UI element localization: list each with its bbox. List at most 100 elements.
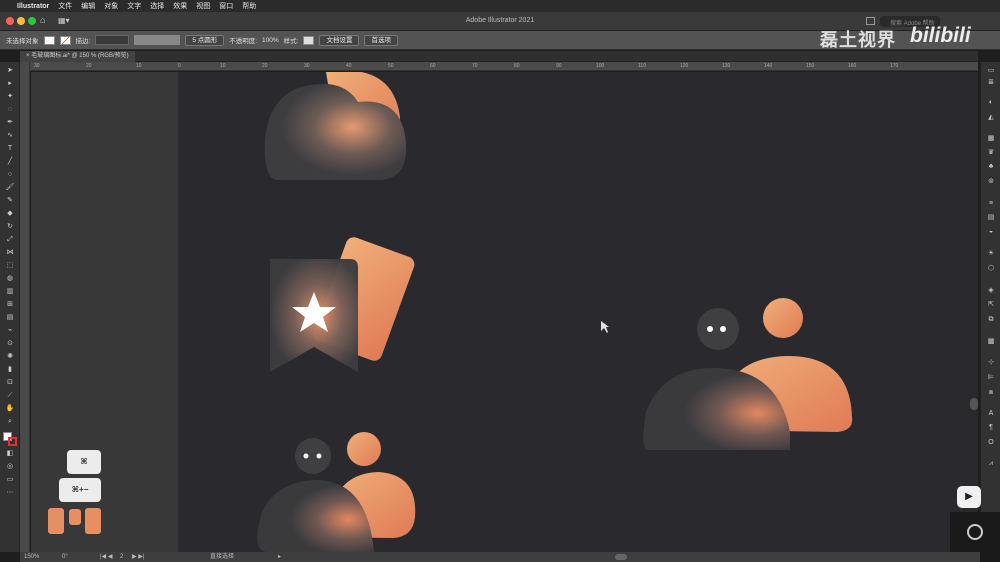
curvature-tool-icon[interactable]: ∿ — [5, 132, 15, 140]
color-mode-icon[interactable]: ◧ — [5, 450, 15, 458]
eraser-tool-icon[interactable]: ◆ — [5, 210, 15, 218]
app-menu[interactable]: Illustrator — [17, 3, 49, 10]
menu-edit[interactable]: 编辑 — [81, 1, 95, 11]
gradient-tool-icon[interactable]: ▤ — [5, 314, 15, 322]
stroke-panel-icon[interactable]: ≡ — [986, 200, 996, 208]
hand-tool-icon[interactable]: ✋ — [5, 405, 15, 413]
ruler-label: 70 — [472, 63, 478, 69]
stroke-swatch[interactable] — [59, 35, 71, 45]
shape-builder-tool-icon[interactable]: ◍ — [5, 275, 15, 283]
ellipse-tool-icon[interactable]: ○ — [5, 171, 15, 179]
screen-mode-icon[interactable]: ▭ — [5, 476, 15, 484]
selection-tool-icon[interactable]: ➤ — [5, 67, 15, 75]
pen-tool-icon[interactable]: ✒ — [5, 119, 15, 127]
zoom-level[interactable]: 150% — [24, 552, 39, 562]
more-tools-icon[interactable]: ⋯ — [5, 489, 15, 497]
align-panel-icon[interactable]: ⊫ — [986, 374, 996, 382]
line-tool-icon[interactable]: ╱ — [5, 158, 15, 166]
shaper-tool-icon[interactable]: ✎ — [5, 197, 15, 205]
horizontal-scrollbar-thumb[interactable] — [615, 554, 627, 560]
menu-view[interactable]: 视图 — [196, 1, 210, 11]
transparency-panel-icon[interactable]: ◒ — [986, 228, 996, 236]
mesh-tool-icon[interactable]: ⊞ — [5, 301, 15, 309]
pasteboard[interactable] — [31, 72, 178, 552]
menu-select[interactable]: 选择 — [150, 1, 164, 11]
brushes-panel-icon[interactable]: ♛ — [986, 149, 996, 157]
gradient-panel-icon[interactable]: ▤ — [986, 214, 996, 222]
rotate-tool-icon[interactable]: ↻ — [5, 223, 15, 231]
ruler-label: 130 — [722, 63, 731, 69]
cloud-icon-artwork[interactable] — [264, 70, 407, 180]
menu-help[interactable]: 帮助 — [242, 1, 256, 11]
variable-width-profile[interactable] — [134, 35, 181, 45]
graphic-styles-icon[interactable]: ⊚ — [986, 178, 996, 186]
key-indicator — [69, 509, 81, 525]
transform-panel-icon[interactable]: ⊹ — [986, 359, 996, 367]
document-setup-button[interactable]: 文档设置 — [319, 34, 360, 46]
menu-file[interactable]: 文件 — [58, 1, 72, 11]
glyphs-panel-icon[interactable]: ⩘ — [986, 460, 996, 468]
artboard[interactable] — [178, 70, 978, 552]
direct-selection-tool-icon[interactable]: ▸ — [5, 80, 15, 88]
artboard-nav-icon[interactable]: |◀ ◀ — [100, 552, 112, 562]
slice-tool-icon[interactable]: ⟋ — [5, 392, 15, 400]
width-tool-icon[interactable]: ⋈ — [5, 249, 15, 257]
lasso-tool-icon[interactable]: ◌ — [5, 106, 15, 114]
blend-tool-icon[interactable]: ⊙ — [5, 340, 15, 348]
opacity-value[interactable]: 100% — [262, 37, 279, 44]
stroke-weight-dropdown[interactable] — [95, 35, 130, 45]
opentype-panel-icon[interactable]: O — [986, 439, 996, 447]
style-swatch[interactable] — [303, 35, 315, 45]
pattern-options-icon[interactable]: ▩ — [986, 338, 996, 346]
document-tab[interactable]: × 毛玻璃图标.ai* @ 150 % (RGB/预览) — [20, 51, 135, 62]
stroke-color-icon[interactable] — [8, 437, 17, 446]
artboards-panel-icon[interactable]: ⧉ — [986, 316, 996, 324]
menu-effect[interactable]: 效果 — [173, 1, 187, 11]
free-transform-tool-icon[interactable]: ⬚ — [5, 262, 15, 270]
export-panel-icon[interactable]: ⇱ — [986, 301, 996, 309]
rotation-angle[interactable]: 0° — [62, 552, 68, 562]
pathfinder-panel-icon[interactable]: ⧈ — [986, 389, 996, 397]
color-panel-icon[interactable]: ◐ — [986, 99, 996, 107]
layers-panel-icon[interactable]: ◈ — [986, 287, 996, 295]
column-graph-tool-icon[interactable]: ▮ — [5, 366, 15, 374]
artboard-next-icon[interactable]: ▶ ▶| — [132, 552, 144, 562]
scale-tool-icon[interactable]: ⤢ — [5, 236, 15, 244]
swatches-panel-icon[interactable]: ▦ — [986, 135, 996, 143]
perspective-grid-tool-icon[interactable]: ▥ — [5, 288, 15, 296]
status-menu-icon[interactable]: ▸ — [278, 552, 281, 562]
appearance-panel-icon[interactable]: ☀ — [986, 250, 996, 258]
drawing-mode-icon[interactable]: ◎ — [5, 463, 15, 471]
brush-definition-dropdown[interactable]: 5 点圆形 — [185, 34, 225, 46]
properties-panel-icon[interactable]: ▭ — [986, 67, 996, 75]
horizontal-ruler[interactable]: 30 20 10 0 10 20 30 40 50 60 70 80 90 10… — [30, 62, 978, 71]
artboard-number[interactable]: 2 — [120, 552, 123, 562]
paragraph-panel-icon[interactable]: ¶ — [986, 424, 996, 432]
paintbrush-tool-icon[interactable]: 🖌 — [5, 184, 15, 192]
vertical-scrollbar-thumb[interactable] — [970, 398, 978, 410]
small-user-group-icon-artwork[interactable] — [257, 432, 416, 552]
vertical-ruler[interactable] — [20, 62, 30, 552]
user-group-icon-artwork[interactable] — [643, 298, 853, 450]
artboard-tool-icon[interactable]: ⊡ — [5, 379, 15, 387]
magic-wand-tool-icon[interactable]: ✦ — [5, 93, 15, 101]
close-tab-icon[interactable]: × — [26, 53, 30, 59]
libraries-panel-icon[interactable]: ≣ — [986, 79, 996, 87]
menu-type[interactable]: 文字 — [127, 1, 141, 11]
color-guide-icon[interactable]: ◭ — [986, 114, 996, 122]
zoom-tool-icon[interactable]: ⌕ — [5, 418, 15, 426]
eyedropper-tool-icon[interactable]: ⌁ — [5, 327, 15, 335]
character-panel-icon[interactable]: A — [986, 410, 996, 418]
ruler-label: 120 — [680, 63, 689, 69]
symbols-panel-icon[interactable]: ♣ — [986, 163, 996, 171]
fill-swatch[interactable] — [43, 35, 55, 45]
symbol-sprayer-tool-icon[interactable]: ✺ — [5, 353, 15, 361]
menu-window[interactable]: 窗口 — [219, 1, 233, 11]
bookmark-icon-artwork[interactable] — [270, 235, 417, 372]
menu-object[interactable]: 对象 — [104, 1, 118, 11]
type-tool-icon[interactable]: T — [5, 145, 15, 153]
preferences-button[interactable]: 首选项 — [364, 34, 398, 46]
arrange-documents-icon[interactable] — [866, 17, 875, 25]
image-trace-icon[interactable]: ⬡ — [986, 265, 996, 273]
ruler-label: 80 — [514, 63, 520, 69]
